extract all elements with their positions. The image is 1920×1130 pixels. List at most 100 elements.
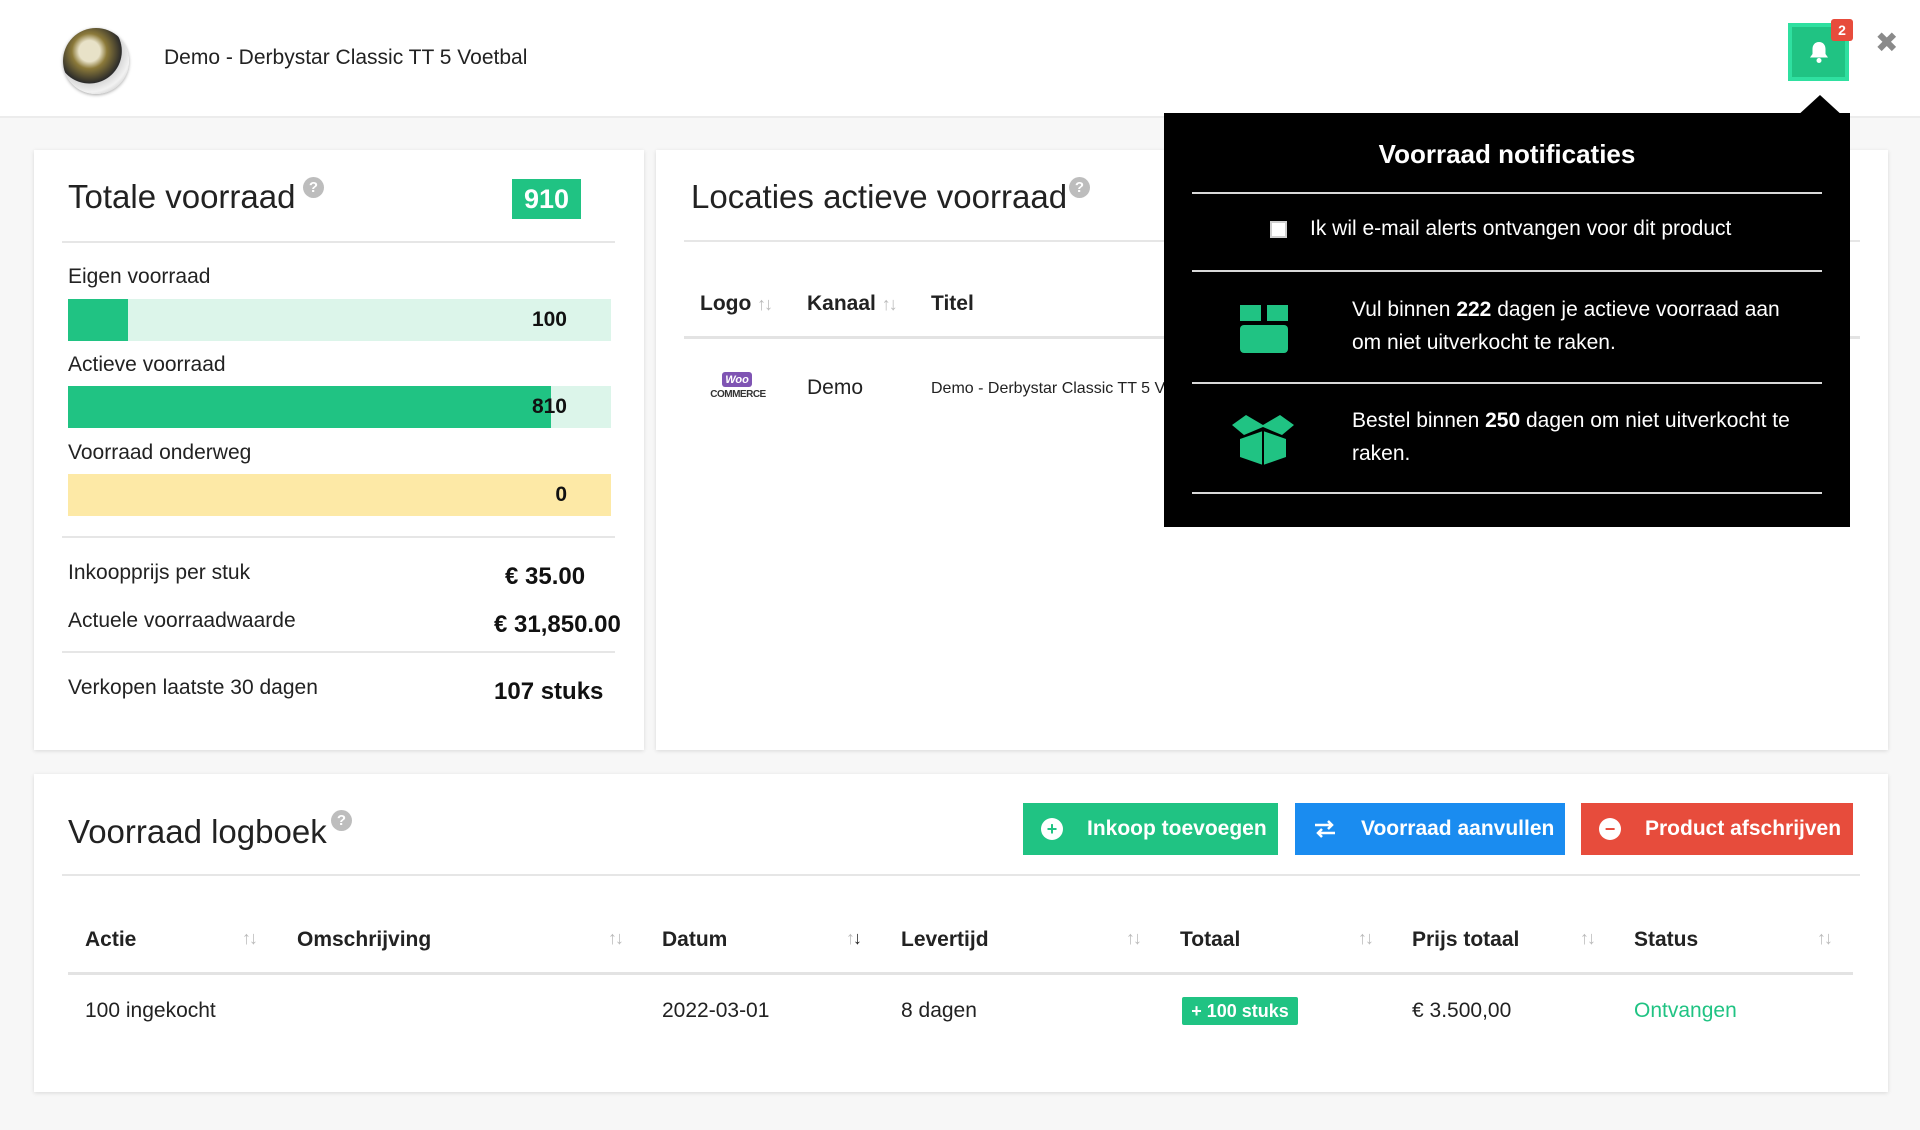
column-label: Kanaal: [807, 292, 876, 315]
divider: [1192, 270, 1822, 272]
active-stock-bar-fill: [68, 386, 552, 428]
sort-icon[interactable]: ↑↓: [242, 928, 258, 949]
locations-title: Locaties actieve voorraad: [691, 178, 1068, 215]
write-off-product-button[interactable]: − Product afschrijven: [1581, 803, 1853, 855]
table-header-divider: [68, 972, 1853, 975]
column-header-logo[interactable]: Logo ↑↓: [700, 292, 773, 316]
column-label: Status: [1634, 928, 1699, 951]
total-stock-title: Totale voorraad: [68, 178, 296, 215]
sort-icon[interactable]: ↑↓: [1817, 928, 1833, 949]
days-count: 222: [1456, 298, 1492, 321]
product-avatar: [63, 28, 129, 94]
active-stock-value: 810: [531, 395, 567, 418]
sort-icon[interactable]: ↑↓: [1126, 928, 1142, 949]
cell-levertijd: 8 dagen: [901, 999, 977, 1022]
divider: [1192, 382, 1822, 384]
column-header-omschrijving[interactable]: Omschrijving: [297, 928, 431, 952]
swap-arrows-icon: [1315, 820, 1335, 838]
cell-prijs-totaal: € 3.500,00: [1412, 999, 1512, 1022]
own-stock-value: 100: [531, 308, 567, 331]
sales-30-days-value: 107 stuks: [494, 678, 604, 705]
divider: [1192, 492, 1822, 494]
email-alert-checkbox[interactable]: [1270, 221, 1287, 238]
replenish-stock-button[interactable]: Voorraad aanvullen: [1295, 803, 1565, 855]
column-label: Actie: [85, 928, 137, 951]
notification-replenish-text: Vul binnen 222 dagen je actieve voorraad…: [1352, 293, 1812, 359]
notification-count-badge: 2: [1831, 19, 1853, 41]
active-stock-label: Actieve voorraad: [68, 353, 226, 376]
purchase-price-label: Inkoopprijs per stuk: [68, 561, 251, 584]
replenish-stock-label: Voorraad aanvullen: [1361, 817, 1555, 840]
days-count: 250: [1485, 409, 1521, 432]
notifications-popover: Voorraad notificaties Ik wil e-mail aler…: [1164, 113, 1850, 527]
column-header-status[interactable]: Status: [1634, 928, 1698, 952]
cell-actie: 100 ingekocht: [85, 999, 216, 1022]
sort-icon[interactable]: ↑↓: [608, 928, 624, 949]
column-label: Omschrijving: [297, 928, 432, 951]
cell-datum: 2022-03-01: [662, 999, 770, 1022]
plus-circle-icon: +: [1041, 818, 1063, 840]
woocommerce-logo-text: COMMERCE: [710, 389, 766, 400]
sort-icon[interactable]: ↑↓: [846, 928, 862, 949]
own-stock-bar: 100: [68, 299, 611, 341]
stock-value-label: Actuele voorraadwaarde: [68, 609, 296, 632]
popover-title: Voorraad notificaties: [1378, 139, 1636, 169]
divider: [62, 874, 1860, 876]
divider: [62, 536, 615, 538]
column-header-levertijd[interactable]: Levertijd: [901, 928, 989, 952]
column-label: Totaal: [1180, 928, 1241, 951]
column-label: Levertijd: [901, 928, 989, 951]
sort-icon[interactable]: ↑↓: [1580, 928, 1596, 949]
column-label: Titel: [931, 292, 974, 315]
bell-icon: [1809, 42, 1828, 63]
channel-title[interactable]: Demo - Derbystar Classic TT 5 V: [931, 380, 1164, 398]
divider: [1192, 192, 1822, 194]
column-header-datum[interactable]: Datum: [662, 928, 727, 952]
add-purchase-label: Inkoop toevoegen: [1087, 817, 1267, 840]
email-alert-label[interactable]: Ik wil e-mail alerts ontvangen voor dit …: [1310, 217, 1731, 241]
purchase-price-value: € 35.00: [505, 563, 586, 590]
total-stock-badge: 910: [512, 179, 581, 219]
stock-value-value: € 31,850.00: [494, 611, 621, 638]
divider: [62, 241, 615, 243]
incoming-stock-bar: 0: [68, 474, 611, 516]
column-header-titel[interactable]: Titel: [931, 292, 974, 316]
woocommerce-logo-mark: Woo: [722, 372, 752, 387]
sort-icon[interactable]: ↑↓: [882, 294, 898, 314]
write-off-product-label: Product afschrijven: [1645, 817, 1842, 840]
own-stock-bar-fill: [68, 299, 128, 341]
divider: [62, 651, 615, 653]
logbook-title: Voorraad logboek: [68, 813, 327, 850]
notification-text-part: Vul binnen: [1352, 298, 1457, 321]
column-header-actie[interactable]: Actie: [85, 928, 136, 952]
column-header-prijs-totaal[interactable]: Prijs totaal: [1412, 928, 1519, 952]
package-icon: [1232, 415, 1294, 465]
column-header-kanaal[interactable]: Kanaal ↑↓: [807, 292, 898, 316]
notification-order-text: Bestel binnen 250 dagen om niet uitverko…: [1352, 404, 1812, 470]
woocommerce-logo: Woo COMMERCE: [708, 372, 768, 404]
sales-30-days-label: Verkopen laatste 30 dagen: [68, 676, 318, 699]
column-header-totaal[interactable]: Totaal: [1180, 928, 1240, 952]
incoming-stock-label: Voorraad onderweg: [68, 441, 252, 464]
active-stock-bar: 810: [68, 386, 611, 428]
close-icon[interactable]: ✖: [1875, 26, 1898, 59]
help-icon[interactable]: ?: [303, 177, 324, 198]
channel-name: Demo: [807, 376, 864, 399]
own-stock-label: Eigen voorraad: [68, 265, 211, 288]
header-bar: Demo - Derbystar Classic TT 5 Voetbal 2 …: [0, 0, 1920, 118]
open-box-icon: [1240, 305, 1288, 353]
incoming-stock-value: 0: [555, 483, 567, 506]
column-label: Prijs totaal: [1412, 928, 1520, 951]
sort-icon[interactable]: ↑↓: [1358, 928, 1374, 949]
help-icon[interactable]: ?: [1069, 177, 1090, 198]
column-label: Logo: [700, 292, 752, 315]
product-title: Demo - Derbystar Classic TT 5 Voetbal: [164, 46, 528, 69]
column-label: Datum: [662, 928, 728, 951]
help-icon[interactable]: ?: [331, 810, 352, 831]
minus-circle-icon: −: [1599, 818, 1621, 840]
sort-icon[interactable]: ↑↓: [757, 294, 773, 314]
add-purchase-button[interactable]: + Inkoop toevoegen: [1023, 803, 1278, 855]
notification-text-part: Bestel binnen: [1352, 409, 1486, 432]
quantity-badge: + 100 stuks: [1182, 997, 1298, 1025]
status-badge: Ontvangen: [1634, 999, 1737, 1022]
